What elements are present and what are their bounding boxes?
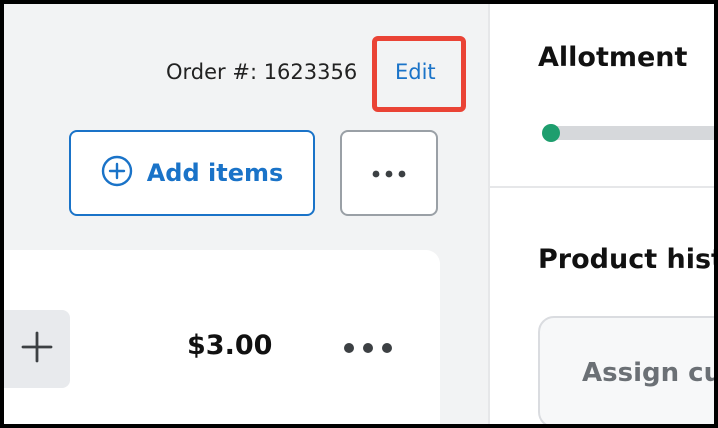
allotment-title: Allotment: [538, 42, 688, 73]
assign-button[interactable]: Assign cu: [538, 316, 714, 424]
app-frame: Order #: 1623356 Edit Add items $3.00 Al…: [4, 4, 714, 424]
more-horizontal-icon: [342, 340, 394, 359]
more-options-button[interactable]: [340, 130, 438, 216]
allotment-progress-indicator: [542, 124, 560, 142]
allotment-progress-bar: [542, 124, 714, 142]
plus-icon: [19, 329, 55, 369]
product-history-title: Product hist: [538, 244, 714, 275]
order-number: Order #: 1623356: [166, 60, 358, 84]
order-pane: Order #: 1623356 Edit Add items $3.00: [4, 4, 488, 424]
more-horizontal-icon: [371, 164, 407, 183]
section-divider: [490, 186, 714, 188]
add-items-label: Add items: [146, 159, 284, 187]
plus-circle-icon: [101, 155, 133, 191]
focus-highlight: [372, 36, 466, 112]
line-item-price: $3.00: [187, 330, 273, 361]
increase-quantity-button[interactable]: [4, 310, 70, 388]
line-item-more-button[interactable]: [336, 328, 400, 370]
add-items-button[interactable]: Add items: [69, 130, 315, 216]
assign-button-label: Assign cu: [582, 358, 714, 388]
